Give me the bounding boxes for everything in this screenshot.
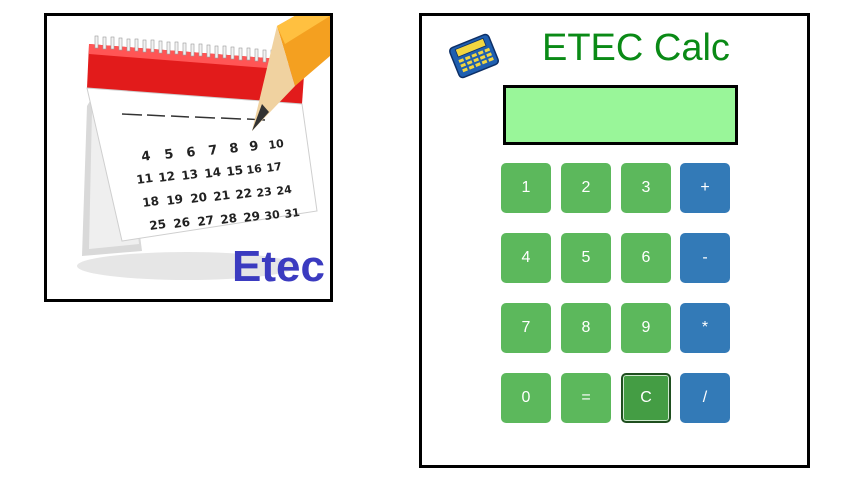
svg-text:17: 17 xyxy=(266,160,283,175)
calculator-icon xyxy=(448,33,500,79)
svg-text:18: 18 xyxy=(141,194,159,210)
key-9[interactable]: 9 xyxy=(621,303,671,353)
svg-text:20: 20 xyxy=(189,190,207,206)
svg-text:15: 15 xyxy=(225,163,243,179)
key-clear[interactable]: C xyxy=(621,373,671,423)
key-2[interactable]: 2 xyxy=(561,163,611,213)
key-6[interactable]: 6 xyxy=(621,233,671,283)
svg-text:13: 13 xyxy=(180,167,198,183)
svg-text:25: 25 xyxy=(148,217,166,233)
key-minus[interactable]: - xyxy=(680,233,730,283)
svg-text:19: 19 xyxy=(165,192,183,208)
key-8[interactable]: 8 xyxy=(561,303,611,353)
svg-text:28: 28 xyxy=(219,211,237,227)
svg-text:22: 22 xyxy=(234,186,252,202)
calculator-title: ETEC Calc xyxy=(542,27,730,69)
svg-text:24: 24 xyxy=(276,183,293,198)
key-4[interactable]: 4 xyxy=(501,233,551,283)
svg-text:29: 29 xyxy=(242,209,260,225)
key-divide[interactable]: / xyxy=(680,373,730,423)
svg-text:26: 26 xyxy=(172,215,190,231)
svg-text:11: 11 xyxy=(135,171,153,187)
calculator-panel: ETEC Calc 1 2 3 + 4 5 6 - 7 8 9 * 0 = C … xyxy=(419,13,810,468)
key-1[interactable]: 1 xyxy=(501,163,551,213)
key-5[interactable]: 5 xyxy=(561,233,611,283)
svg-text:30: 30 xyxy=(264,208,281,223)
etec-calendar-logo: 4 5 6 7 8 9 10 11 12 13 14 15 16 17 18 1… xyxy=(44,13,333,302)
svg-text:31: 31 xyxy=(284,206,301,221)
key-plus[interactable]: + xyxy=(680,163,730,213)
svg-text:23: 23 xyxy=(256,185,273,200)
svg-text:10: 10 xyxy=(268,137,285,152)
key-multiply[interactable]: * xyxy=(680,303,730,353)
svg-text:21: 21 xyxy=(212,188,230,204)
svg-text:Etec: Etec xyxy=(232,242,325,291)
svg-text:14: 14 xyxy=(203,165,221,181)
svg-text:16: 16 xyxy=(246,162,263,177)
svg-text:27: 27 xyxy=(196,213,214,229)
key-7[interactable]: 7 xyxy=(501,303,551,353)
key-0[interactable]: 0 xyxy=(501,373,551,423)
key-equals[interactable]: = xyxy=(561,373,611,423)
svg-text:12: 12 xyxy=(157,169,175,185)
calendar-icon: 4 5 6 7 8 9 10 11 12 13 14 15 16 17 18 1… xyxy=(77,16,330,291)
calculator-display xyxy=(503,85,738,145)
key-3[interactable]: 3 xyxy=(621,163,671,213)
